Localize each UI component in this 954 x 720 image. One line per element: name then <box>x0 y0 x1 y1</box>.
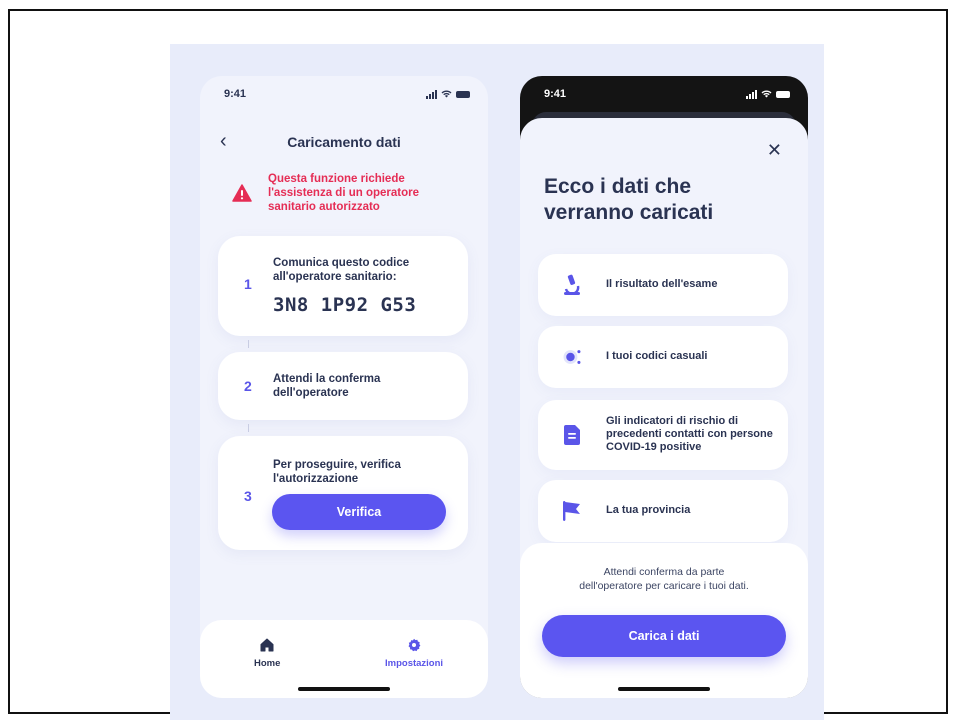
info-text-line2: dell'operatore per caricare i tuoi dati. <box>579 580 749 592</box>
step-number: 2 <box>244 378 252 394</box>
step-connector <box>248 340 249 348</box>
close-icon[interactable]: ✕ <box>767 140 782 161</box>
step-connector <box>248 424 249 432</box>
info-text: Attendi conferma da parte dell'operatore… <box>520 565 808 593</box>
item-label: Gli indicatori di rischio di precedenti … <box>606 415 773 453</box>
microscope-icon <box>562 273 582 297</box>
step-card-1: 1 Comunica questo codice all'operatore s… <box>218 236 468 336</box>
tab-label: Home <box>254 658 281 669</box>
status-bar: 9:41 <box>200 76 488 112</box>
tab-bar: Home Impostazioni <box>200 620 488 698</box>
list-item: Gli indicatori di rischio di precedenti … <box>538 400 788 470</box>
tab-home[interactable]: Home <box>254 638 280 669</box>
signal-icon <box>426 89 437 99</box>
step-text: Per proseguire, verifica l'autorizzazion… <box>273 459 401 485</box>
home-indicator <box>618 687 710 691</box>
wifi-icon <box>441 90 452 98</box>
battery-icon <box>456 90 470 98</box>
list-item: I tuoi codici casuali <box>538 326 788 388</box>
warning-banner: Questa funzione richiede l'assistenza di… <box>232 172 452 214</box>
list-item: Il risultato dell'esame <box>538 254 788 316</box>
status-bar: 9:41 <box>520 76 808 112</box>
upload-code: 3N8 1P92 G53 <box>273 294 417 316</box>
step-text: Comunica questo codice all'operatore san… <box>273 257 410 283</box>
tab-settings[interactable]: Impostazioni <box>385 638 443 669</box>
verify-button[interactable]: Verifica <box>272 494 446 530</box>
battery-icon <box>776 90 790 98</box>
wifi-icon <box>761 90 772 98</box>
signal-icon <box>746 89 757 99</box>
modal-sheet: ✕ Ecco i dati che verranno caricati Il r… <box>520 118 808 698</box>
upload-data-button[interactable]: Carica i dati <box>542 615 786 657</box>
right-phone: 9:41 ✕ Ecco i dati che verranno caricati… <box>520 76 808 698</box>
bottom-panel: Attendi conferma da parte dell'operatore… <box>520 543 808 698</box>
status-icons <box>746 89 790 99</box>
step-number: 1 <box>244 276 252 292</box>
status-icons <box>426 89 470 99</box>
step-card-2: 2 Attendi la conferma dell'operatore <box>218 352 468 420</box>
warning-icon <box>232 184 252 202</box>
flag-icon <box>562 499 582 523</box>
step-text: Attendi la conferma dell'operatore <box>273 373 381 399</box>
step-card-3: 3 Per proseguire, verifica l'autorizzazi… <box>218 436 468 550</box>
gear-icon <box>408 638 421 652</box>
status-time: 9:41 <box>224 88 247 100</box>
document-icon <box>562 423 582 447</box>
tab-label: Impostazioni <box>385 658 444 669</box>
warning-text: Questa funzione richiede l'assistenza di… <box>268 173 419 213</box>
item-label: I tuoi codici casuali <box>606 350 708 362</box>
sheet-title: Ecco i dati che verranno caricati <box>544 175 714 224</box>
info-text-line1: Attendi conferma da parte <box>603 566 725 578</box>
list-item: La tua provincia <box>538 480 788 542</box>
item-label: Il risultato dell'esame <box>606 278 718 290</box>
step-number: 3 <box>244 488 252 504</box>
random-codes-icon <box>562 345 582 369</box>
item-label: La tua provincia <box>606 504 691 516</box>
nav-header: ‹ Caricamento dati <box>200 130 488 154</box>
home-icon <box>260 638 274 652</box>
left-phone: 9:41 ‹ Caricamento dati Questa funzione … <box>200 76 488 698</box>
home-indicator <box>298 687 390 691</box>
status-time: 9:41 <box>544 88 567 100</box>
page-title: Caricamento dati <box>287 134 401 150</box>
